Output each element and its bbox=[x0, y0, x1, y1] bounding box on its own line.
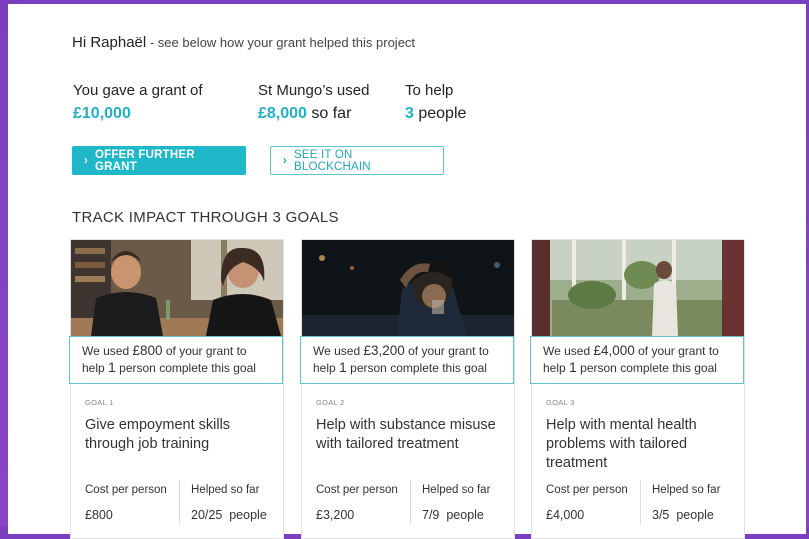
goal-metrics: Cost per person £800 Helped so far 20/25… bbox=[85, 480, 275, 534]
callout-text: person complete this goal bbox=[576, 361, 717, 375]
cost-per-person: Cost per person £800 bbox=[85, 484, 167, 522]
offer-further-grant-button[interactable]: › OFFER FURTHER GRANT bbox=[72, 146, 246, 175]
stat-people-helped: To help 3 people bbox=[405, 82, 466, 123]
stat-value: £10,000 bbox=[73, 105, 203, 123]
greeting-name: Hi Raphaël bbox=[72, 34, 147, 51]
stat-value-suffix: people bbox=[413, 105, 467, 122]
goal-label: GOAL 1 bbox=[85, 398, 114, 407]
goal-label: GOAL 3 bbox=[546, 398, 575, 407]
metric-divider bbox=[410, 480, 411, 524]
stat-label: You gave a grant of bbox=[73, 82, 203, 99]
metric-label: Cost per person bbox=[85, 484, 167, 496]
callout-text: help bbox=[313, 361, 340, 375]
goal-photo bbox=[71, 240, 283, 336]
helped-unit: people bbox=[676, 508, 714, 522]
stat-value: 3 people bbox=[405, 105, 466, 123]
grant-usage-callout: We used £3,200 of your grant to help 1 p… bbox=[300, 336, 514, 384]
metric-label: Helped so far bbox=[191, 484, 260, 496]
metric-value: 7/9 people bbox=[422, 508, 490, 522]
metric-value: £4,000 bbox=[546, 508, 585, 522]
callout-count: 1 bbox=[108, 359, 116, 375]
goal-card-2[interactable]: We used £3,200 of your grant to help 1 p… bbox=[300, 239, 515, 539]
callout-text: person complete this goal bbox=[115, 361, 256, 375]
callout-amount: £800 bbox=[132, 343, 163, 358]
stat-label: To help bbox=[405, 82, 454, 99]
goal-photo bbox=[532, 240, 744, 336]
helped-so-far: Helped so far 3/5 people bbox=[652, 484, 720, 522]
callout-text: person complete this goal bbox=[346, 361, 487, 375]
grant-usage-callout: We used £800 of your grant to help 1 per… bbox=[69, 336, 283, 384]
offer-further-grant-label: OFFER FURTHER GRANT bbox=[95, 148, 195, 173]
stat-grant-given: You gave a grant of £10,000 bbox=[73, 82, 203, 123]
chevron-right-icon: › bbox=[283, 154, 288, 167]
callout-text: help bbox=[543, 361, 570, 375]
helped-count: 7/9 bbox=[422, 508, 440, 522]
greeting: Hi Raphaël - see below how your grant he… bbox=[72, 34, 415, 51]
metric-label: Cost per person bbox=[316, 484, 398, 496]
stat-value: £8,000 so far bbox=[258, 105, 369, 123]
cost-per-person: Cost per person £4,000 bbox=[546, 484, 628, 522]
metric-value: £3,200 bbox=[316, 508, 355, 522]
goal-title: Help with mental health problems with ta… bbox=[546, 417, 697, 471]
metric-divider bbox=[179, 480, 180, 524]
metric-label: Helped so far bbox=[422, 484, 491, 496]
goal-photo bbox=[302, 240, 514, 336]
helped-unit: people bbox=[229, 508, 267, 522]
cost-per-person: Cost per person £3,200 bbox=[316, 484, 398, 522]
stat-value-amount: 3 bbox=[405, 105, 414, 122]
stat-amount-used: St Mungo’s used £8,000 so far bbox=[258, 82, 369, 123]
stat-value-amount: £10,000 bbox=[73, 105, 131, 122]
callout-text: of your grant to bbox=[634, 344, 719, 358]
callout-text: We used bbox=[543, 344, 594, 358]
goal-title: Give empoyment skills through job traini… bbox=[85, 417, 231, 452]
see-on-blockchain-label: SEE IT ON BLOCKCHAIN bbox=[294, 148, 371, 173]
mental-health-photo bbox=[532, 240, 744, 336]
job-training-photo bbox=[71, 240, 283, 336]
metric-value: 3/5 people bbox=[652, 508, 720, 522]
goal-card-1[interactable]: We used £800 of your grant to help 1 per… bbox=[69, 239, 284, 539]
helped-count: 3/5 bbox=[652, 508, 670, 522]
callout-amount: £4,000 bbox=[593, 343, 635, 358]
stat-value-suffix: so far bbox=[306, 105, 352, 122]
grant-usage-callout: We used £4,000 of your grant to help 1 p… bbox=[530, 336, 744, 384]
metric-label: Cost per person bbox=[546, 484, 628, 496]
metric-label: Helped so far bbox=[652, 484, 721, 496]
helped-so-far: Helped so far 20/25 people bbox=[191, 484, 267, 522]
goal-metrics: Cost per person £3,200 Helped so far 7/9… bbox=[316, 480, 506, 534]
goal-label: GOAL 2 bbox=[316, 398, 345, 407]
callout-count: 1 bbox=[569, 359, 577, 375]
substance-misuse-photo bbox=[302, 240, 514, 336]
helped-unit: people bbox=[446, 508, 484, 522]
chevron-right-icon: › bbox=[84, 154, 89, 167]
greeting-rest: - see below how your grant helped this p… bbox=[146, 35, 416, 50]
callout-count: 1 bbox=[339, 359, 347, 375]
callout-text: of your grant to bbox=[404, 344, 489, 358]
metric-divider bbox=[640, 480, 641, 524]
stat-value-amount: £8,000 bbox=[258, 105, 307, 122]
callout-text: We used bbox=[313, 344, 364, 358]
section-title: TRACK IMPACT THROUGH 3 GOALS bbox=[72, 209, 339, 226]
callout-text: help bbox=[82, 361, 109, 375]
metric-value: 20/25 people bbox=[191, 508, 267, 522]
goal-title: Help with substance misuse with tailored… bbox=[316, 417, 496, 452]
metric-value: £800 bbox=[85, 508, 113, 522]
goal-card-3[interactable]: We used £4,000 of your grant to help 1 p… bbox=[530, 239, 745, 539]
stat-label: St Mungo’s used bbox=[258, 82, 370, 99]
helped-count: 20/25 bbox=[191, 508, 223, 522]
callout-amount: £3,200 bbox=[363, 343, 405, 358]
see-on-blockchain-button[interactable]: › SEE IT ON BLOCKCHAIN bbox=[270, 146, 444, 175]
callout-text: We used bbox=[82, 344, 133, 358]
goal-metrics: Cost per person £4,000 Helped so far 3/5… bbox=[546, 480, 736, 534]
grant-report-panel: Hi Raphaël - see below how your grant he… bbox=[8, 4, 806, 539]
callout-text: of your grant to bbox=[162, 344, 247, 358]
helped-so-far: Helped so far 7/9 people bbox=[422, 484, 490, 522]
